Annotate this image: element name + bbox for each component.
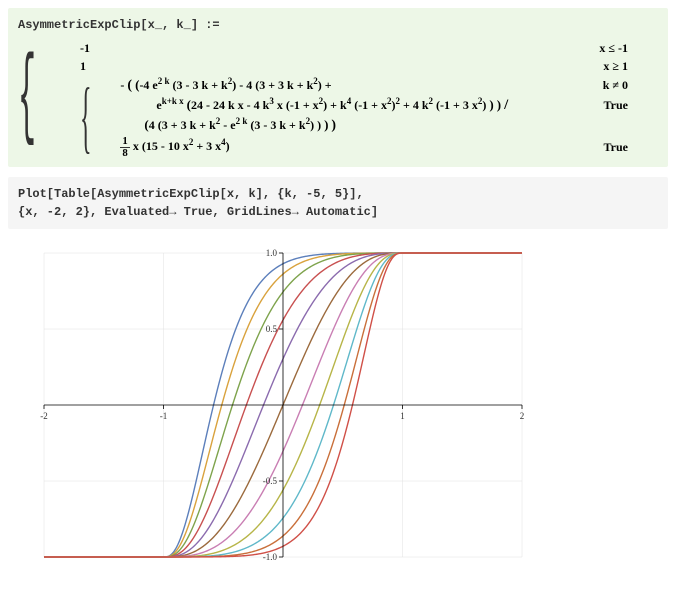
piece-cond-1: x ≥ 1 [603,59,658,74]
inner-outer-cond: True [604,98,658,113]
piece-val-1: 1 [80,59,106,74]
inner-line1: - ( (-4 e2 k (3 - 3 k + k2) - 4 (3 + 3 k… [120,76,351,94]
definition-cell: AsymmetricExpClip[x_, k_] := { -1 x ≤ -1… [8,8,668,167]
xtick-label: 2 [520,411,525,421]
ytick-label: 1.0 [266,248,278,258]
inner-line2: ek+k x (24 - 24 k x - 4 k3 x (-1 + x2) +… [156,96,528,114]
xtick-label: 1 [400,411,405,421]
brace-inner: { [80,76,92,159]
plot-svg: -2 -1 1 2 -1.0 -0.5 0.5 1.0 [12,245,532,575]
def-header: AsymmetricExpClip[x_, k_] := [18,16,658,34]
plot-command-cell: Plot[Table[AsymmetricExpClip[x, k], {k, … [8,177,668,229]
inner-line3: (4 (3 + 3 k + k2 - e2 k (3 - 3 k + k2) )… [144,116,356,134]
plot-output: -2 -1 1 2 -1.0 -0.5 0.5 1.0 [8,239,668,575]
xtick-label: -1 [160,411,168,421]
piece-val-0: -1 [80,41,110,56]
piecewise-inner: { - ( (-4 e2 k (3 - 3 k + k2) - 4 (3 + 3… [80,76,658,159]
plotcmd-line1: Plot[Table[AsymmetricExpClip[x, k], {k, … [18,185,658,203]
piecewise-outer: { -1 x ≤ -1 1 x ≥ 1 { - ( (-4 e2 k (3 - … [18,40,658,159]
inner-cond1: k ≠ 0 [603,78,658,93]
inner-cond2: True [604,140,658,155]
xtick-label: -2 [40,411,48,421]
plotcmd-line2: {x, -2, 2}, Evaluated→ True, GridLines→ … [18,203,658,221]
ytick-label: -0.5 [263,476,278,486]
piece-cond-0: x ≤ -1 [599,41,658,56]
brace-outer: { [18,40,37,159]
inner-last: 18 x (15 - 10 x2 + 3 x4) [120,136,249,159]
ytick-label: -1.0 [263,552,278,562]
ytick-label: 0.5 [266,324,278,334]
